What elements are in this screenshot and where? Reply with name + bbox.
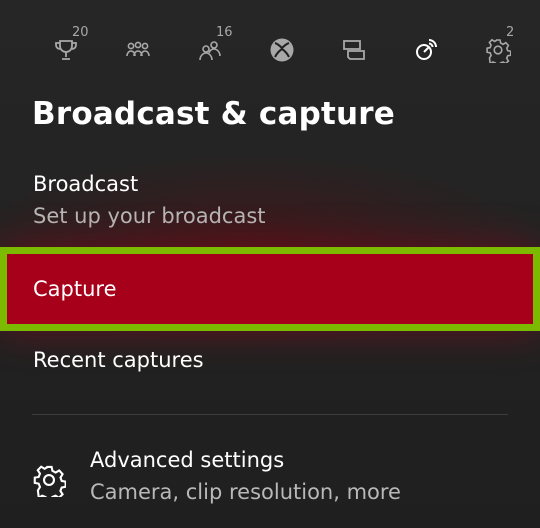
guide-tab-bar: 20 16 2 — [0, 0, 540, 90]
menu-item-recent-captures[interactable]: Recent captures — [0, 348, 540, 372]
tab-messages[interactable] — [332, 28, 376, 72]
messages-icon — [343, 40, 365, 60]
menu-item-broadcast[interactable]: Broadcast Set up your broadcast — [0, 172, 540, 228]
tab-home[interactable] — [260, 28, 304, 72]
broadcast-label: Broadcast — [33, 172, 139, 196]
page-title: Broadcast & capture — [32, 96, 395, 132]
friends-icon — [199, 41, 221, 61]
settings-gear-icon — [486, 38, 511, 63]
advanced-settings-subtitle: Camera, clip resolution, more — [90, 480, 401, 504]
broadcast-subtitle: Set up your broadcast — [33, 204, 266, 228]
xbox-logo-icon — [270, 38, 294, 62]
tab-friends[interactable]: 16 — [188, 25, 233, 72]
capture-label: Capture — [33, 277, 117, 301]
party-icon — [126, 41, 150, 57]
gear-icon — [33, 465, 66, 497]
menu-item-advanced-settings[interactable]: Advanced settings Camera, clip resolutio… — [0, 448, 540, 504]
recent-captures-label: Recent captures — [33, 348, 204, 372]
advanced-settings-label: Advanced settings — [90, 448, 285, 472]
menu-item-capture[interactable]: Capture — [0, 247, 540, 331]
tab-broadcast-capture[interactable] — [404, 28, 448, 72]
tab-parties[interactable] — [116, 28, 160, 72]
settings-badge: 2 — [506, 25, 515, 40]
tab-achievements[interactable]: 20 — [44, 25, 89, 72]
achievements-badge: 20 — [72, 25, 89, 40]
broadcast-capture-icon — [416, 39, 437, 60]
tab-settings[interactable]: 2 — [476, 25, 520, 72]
trophy-icon — [55, 40, 77, 60]
friends-badge: 16 — [216, 25, 233, 40]
divider — [32, 414, 508, 415]
